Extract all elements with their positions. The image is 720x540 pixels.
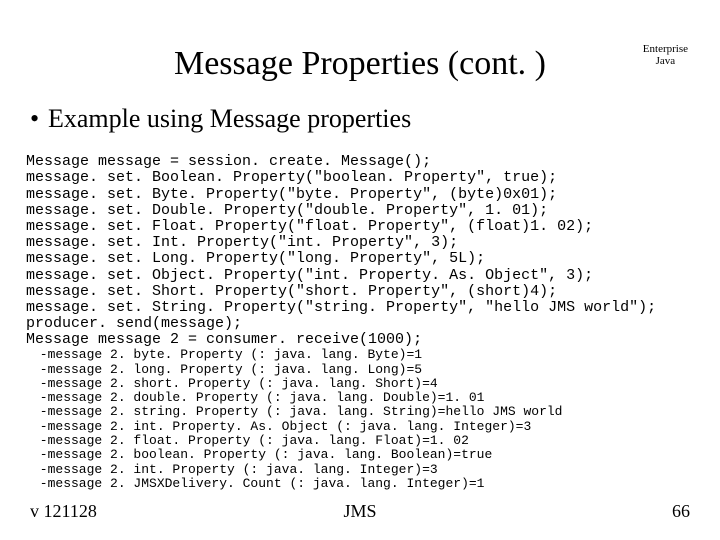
code-line: message. set. Object. Property("int. Pro… bbox=[26, 267, 593, 284]
output-line: -message 2. long. Property (: java. lang… bbox=[32, 362, 422, 377]
output-line: -message 2. int. Property. As. Object (:… bbox=[32, 419, 531, 434]
code-line: message. set. Long. Property("long. Prop… bbox=[26, 250, 485, 267]
output-line: -message 2. float. Property (: java. lan… bbox=[32, 433, 469, 448]
code-block: Message message = session. create. Messa… bbox=[26, 138, 656, 348]
code-line: producer. send(message); bbox=[26, 315, 242, 332]
footer-page-number: 66 bbox=[672, 501, 690, 522]
code-line: message. set. String. Property("string. … bbox=[26, 299, 656, 316]
corner-label-line2: Java bbox=[643, 56, 688, 68]
code-line: Message message = session. create. Messa… bbox=[26, 153, 431, 170]
output-line: -message 2. byte. Property (: java. lang… bbox=[32, 347, 422, 362]
output-line: -message 2. double. Property (: java. la… bbox=[32, 390, 484, 405]
code-line: message. set. Int. Property("int. Proper… bbox=[26, 234, 458, 251]
slide-title: Message Properties (cont. ) bbox=[0, 45, 720, 83]
output-line: -message 2. int. Property (: java. lang.… bbox=[32, 462, 438, 477]
code-line: message. set. Short. Property("short. Pr… bbox=[26, 283, 557, 300]
bullet-text: Example using Message properties bbox=[48, 104, 411, 133]
corner-label: Enterprise Java bbox=[643, 44, 688, 67]
slide: Message Properties (cont. ) Enterprise J… bbox=[0, 0, 720, 540]
code-line: message. set. Double. Property("double. … bbox=[26, 202, 548, 219]
bullet-item: •Example using Message properties bbox=[30, 104, 411, 134]
output-line: -message 2. string. Property (: java. la… bbox=[32, 404, 563, 419]
bullet-dot-icon: • bbox=[30, 104, 48, 134]
output-line: -message 2. JMSXDelivery. Count (: java.… bbox=[32, 476, 484, 491]
code-line: message. set. Byte. Property("byte. Prop… bbox=[26, 186, 557, 203]
code-line: message. set. Boolean. Property("boolean… bbox=[26, 169, 557, 186]
output-line: -message 2. boolean. Property (: java. l… bbox=[32, 447, 492, 462]
corner-label-line1: Enterprise bbox=[643, 44, 688, 56]
output-line: -message 2. short. Property (: java. lan… bbox=[32, 376, 438, 391]
output-block: -message 2. byte. Property (: java. lang… bbox=[32, 334, 563, 491]
code-line: message. set. Float. Property("float. Pr… bbox=[26, 218, 593, 235]
footer-topic: JMS bbox=[0, 501, 720, 522]
